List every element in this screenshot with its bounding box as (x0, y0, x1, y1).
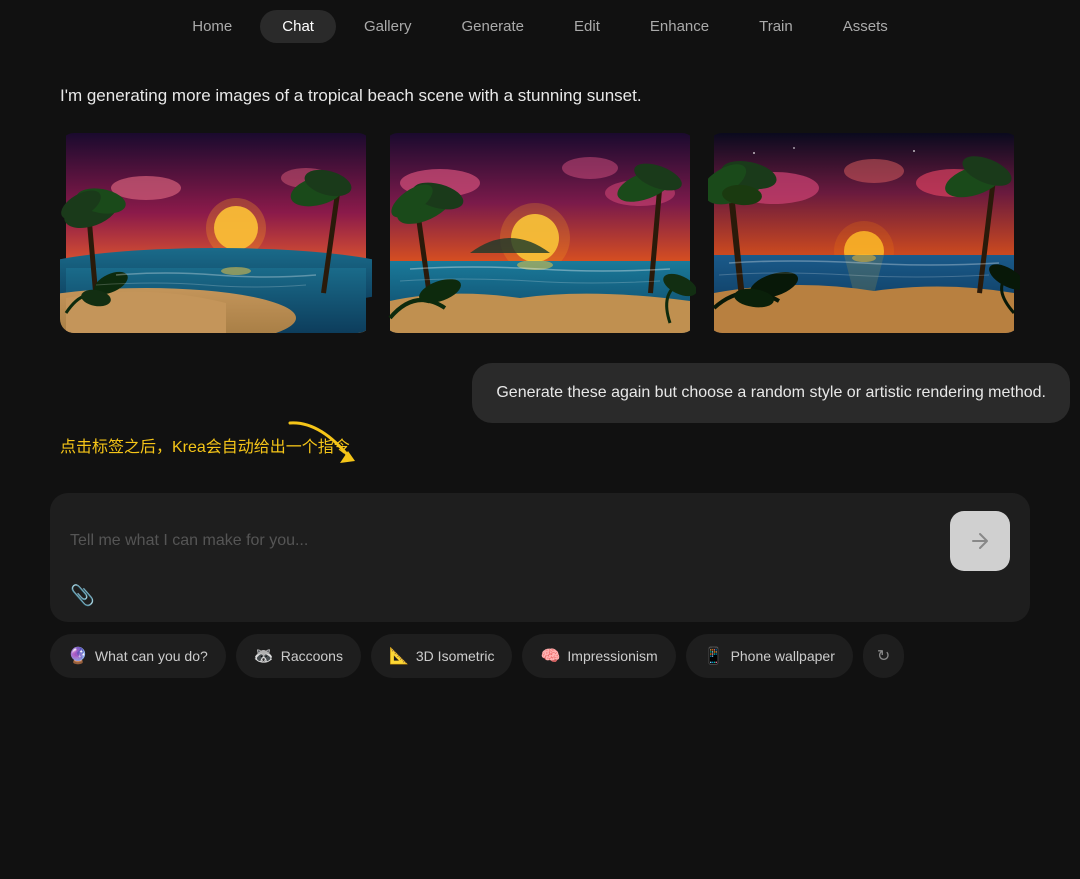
nav-generate[interactable]: Generate (439, 10, 546, 43)
input-bottom: 📎 (70, 583, 1010, 608)
annotation-area: 点击标签之后，Krea会自动给出一个指令 (0, 423, 1080, 493)
chips-row: 🔮 What can you do? 🦝 Raccoons 📐 3D Isome… (0, 622, 1080, 690)
beach-image-1[interactable] (60, 133, 372, 333)
send-button[interactable] (950, 511, 1010, 571)
chip-what-can-you-do[interactable]: 🔮 What can you do? (50, 634, 226, 678)
nav-home[interactable]: Home (170, 10, 254, 43)
nav-assets[interactable]: Assets (821, 10, 910, 43)
chip-label-2: 3D Isometric (416, 648, 495, 664)
chip-label-1: Raccoons (281, 648, 343, 664)
send-icon (968, 529, 992, 553)
annotation-arrow (280, 413, 370, 478)
chat-input[interactable] (70, 532, 938, 550)
user-message-bubble: Generate these again but choose a random… (472, 363, 1070, 423)
chip-raccoons[interactable]: 🦝 Raccoons (236, 634, 361, 678)
chip-icon-1: 🦝 (254, 646, 274, 666)
chip-label-4: Phone wallpaper (731, 648, 835, 664)
chip-label-0: What can you do? (95, 648, 208, 664)
chip-icon-2: 📐 (389, 646, 409, 666)
main-content: I'm generating more images of a tropical… (0, 53, 1080, 353)
nav-chat[interactable]: Chat (260, 10, 336, 43)
chip-icon-3: 🧠 (540, 646, 560, 666)
chip-refresh[interactable]: ↻ (863, 634, 904, 678)
user-message-text: Generate these again but choose a random… (496, 384, 1046, 401)
images-row (60, 133, 1020, 333)
refresh-icon: ↻ (877, 646, 890, 666)
nav-bar: Home Chat Gallery Generate Edit Enhance … (0, 0, 1080, 53)
nav-enhance[interactable]: Enhance (628, 10, 731, 43)
beach-image-3[interactable] (708, 133, 1020, 333)
attachment-icon[interactable]: 📎 (70, 583, 95, 608)
chip-3d-isometric[interactable]: 📐 3D Isometric (371, 634, 513, 678)
input-container: 📎 (50, 493, 1030, 622)
chip-phone-wallpaper[interactable]: 📱 Phone wallpaper (686, 634, 853, 678)
user-bubble-container: Generate these again but choose a random… (0, 363, 1080, 423)
nav-train[interactable]: Train (737, 10, 815, 43)
nav-edit[interactable]: Edit (552, 10, 622, 43)
chip-icon-4: 📱 (704, 646, 724, 666)
beach-image-2[interactable] (384, 133, 696, 333)
chip-label-3: Impressionism (567, 648, 657, 664)
ai-message: I'm generating more images of a tropical… (60, 83, 880, 109)
input-row (70, 511, 1010, 571)
chip-icon-0: 🔮 (68, 646, 88, 666)
chip-impressionism[interactable]: 🧠 Impressionism (522, 634, 675, 678)
nav-gallery[interactable]: Gallery (342, 10, 434, 43)
